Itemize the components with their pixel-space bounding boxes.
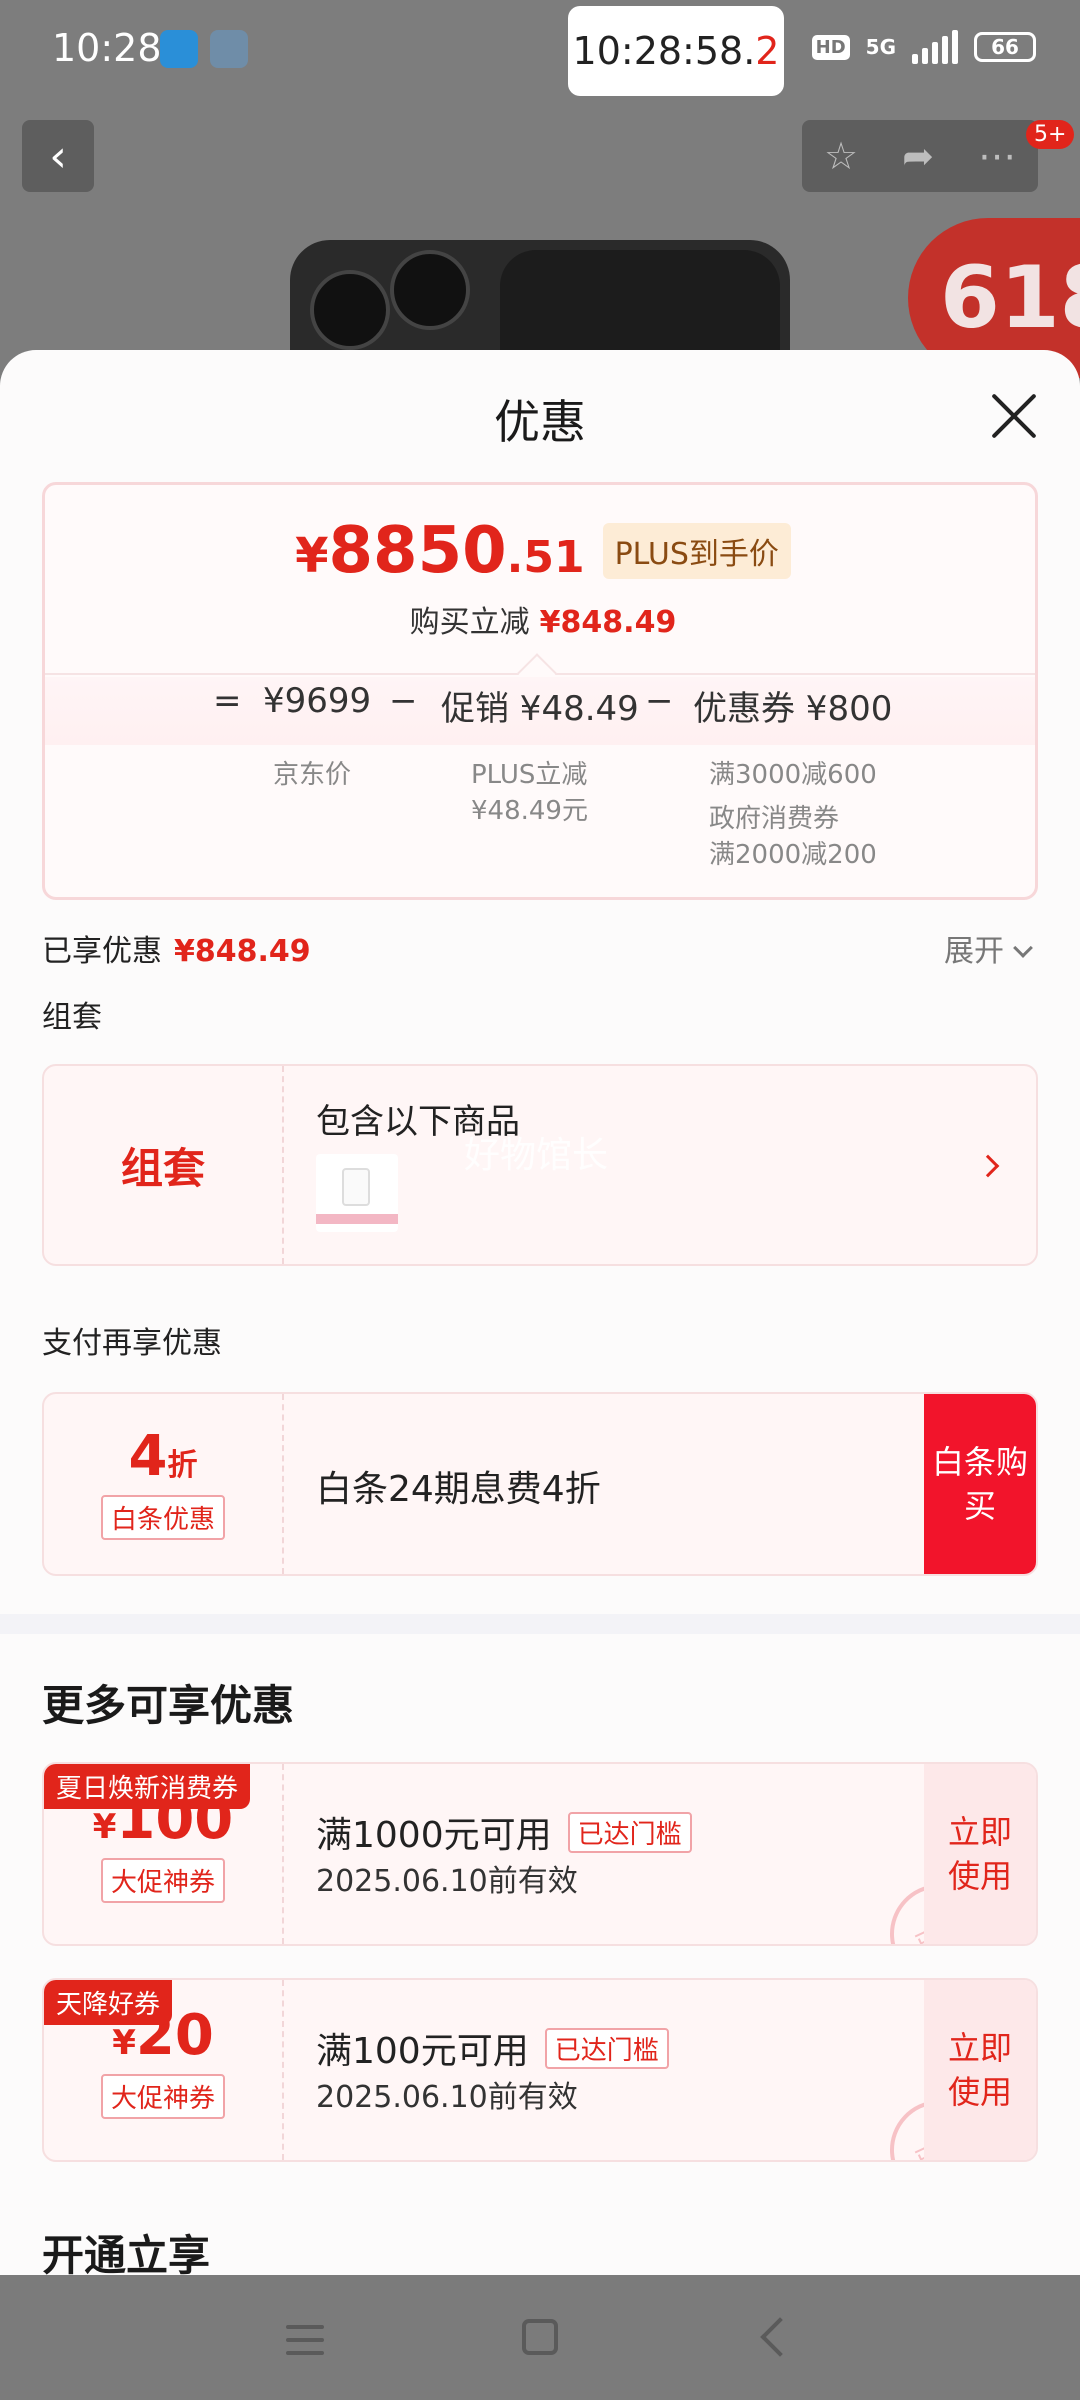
coupon-corner-label: 夏日焕新消费券: [44, 1764, 251, 1809]
formula-equals: =: [213, 681, 242, 721]
status-icons: HD 5G 66: [811, 30, 1036, 64]
bundle-card-left: 组套: [44, 1066, 284, 1264]
baitiao-description: 白条24期息费4折: [316, 1469, 601, 1510]
coupon-condition: 满1000元可用 已达门槛: [316, 1806, 692, 1858]
top-actions: ☆ ➦ ⋯: [802, 120, 1038, 192]
back-button[interactable]: ‹: [22, 120, 94, 192]
floating-clock: 10:28:58. 2: [568, 6, 784, 96]
coupon-card: ¥100 大促神券 夏日焕新消费券 满1000元可用 已达门槛 2025.06.…: [42, 1762, 1038, 1946]
discount-sheet: 优惠 ¥8850.51 PLUS到手价 购买立减 ¥848.49 = ¥9699 …: [0, 350, 1080, 2275]
bundle-product-thumbnail[interactable]: [316, 1154, 398, 1232]
promo-detail: PLUS立减 ¥48.49元: [471, 760, 588, 826]
coupon-card: ¥20 大促神券 天降好券 满100元可用 已达门槛 2025.06.10前有效…: [42, 1978, 1038, 2162]
bundle-card[interactable]: 组套 包含以下商品 好物馆长: [42, 1064, 1038, 1266]
notification-badge: 5+: [1026, 120, 1075, 149]
floating-clock-tenth: 2: [755, 29, 780, 73]
close-icon[interactable]: [990, 392, 1038, 440]
coupon-tag: 大促神券: [100, 2074, 225, 2119]
status-bar: 10:28 10:28:58. 2 HD 5G 66: [0, 0, 1080, 100]
section-divider: [0, 1614, 1080, 1634]
hd-icon: HD: [811, 34, 850, 60]
floating-clock-time: 10:28:58.: [572, 29, 756, 73]
jd-price: ¥9699: [263, 681, 372, 721]
pay-section-label: 支付再享优惠: [42, 1326, 222, 1361]
use-now-button[interactable]: 立即使用: [924, 1980, 1036, 2160]
final-price: ¥8850.51: [295, 514, 585, 588]
coupon-detail: 满3000减600 政府消费券 满2000减200: [709, 760, 877, 870]
baitiao-card: 4折 白条优惠 白条24期息费4折 白条购买: [42, 1392, 1038, 1576]
jd-price-label: 京东价: [273, 760, 352, 790]
bundle-section-label: 组套: [42, 1000, 102, 1035]
enjoyed-discount: 已享优惠 ¥848.49: [42, 934, 311, 969]
coupon-amount: 优惠券 ¥800: [693, 689, 893, 729]
watermark-text: 好物馆长: [464, 1135, 609, 1176]
formula-minus: −: [389, 681, 418, 721]
coupon-corner-label: 天降好券: [44, 1980, 173, 2025]
more-icon[interactable]: ⋯: [978, 134, 1016, 178]
battery-icon: 66: [974, 32, 1036, 62]
coupon-condition: 满100元可用 已达门槛: [316, 2022, 669, 2074]
screen: 10:28 10:28:58.2 HD 5G 66 ‹ ☆ ➦ ⋯ 5+ 618…: [0, 0, 1080, 2400]
status-time: 10:28: [52, 26, 162, 70]
threshold-tag: 已达门槛: [544, 2027, 669, 2069]
chevron-right-icon: [976, 1154, 1000, 1178]
network-type: 5G: [865, 35, 896, 59]
coupon-tag: 大促神券: [100, 1858, 225, 1903]
share-icon[interactable]: ➦: [902, 134, 934, 178]
price-breakdown: ¥8850.51 PLUS到手价 购买立减 ¥848.49 = ¥9699 − 促…: [42, 482, 1038, 900]
system-nav-bar: [0, 2275, 1080, 2400]
favorite-star-icon[interactable]: ☆: [824, 134, 858, 178]
signal-icon: [912, 30, 958, 64]
coupon-expiry: 2025.06.10前有效: [316, 2080, 578, 2115]
formula-minus: −: [645, 681, 674, 721]
home-icon[interactable]: [522, 2319, 558, 2355]
threshold-tag: 已达门槛: [567, 1811, 692, 1853]
open-section-heading: 开通立享: [42, 2231, 211, 2275]
plus-price-tag: PLUS到手价: [602, 523, 791, 579]
more-offers-heading: 更多可享优惠: [42, 1681, 295, 1730]
use-now-button[interactable]: 立即使用: [924, 1764, 1036, 1944]
sheet-title: 优惠: [494, 395, 586, 449]
instant-discount: 购买立减 ¥848.49: [409, 605, 677, 640]
chevron-down-icon: [1013, 938, 1033, 958]
expand-button[interactable]: 展开: [944, 926, 1033, 970]
back-icon[interactable]: [760, 2317, 800, 2357]
wrench-icon: [210, 30, 248, 68]
promo-amount: 促销 ¥48.49: [441, 689, 639, 729]
coupon-expiry: 2025.06.10前有效: [316, 1864, 578, 1899]
final-price-area: ¥8850.51 PLUS到手价 购买立减 ¥848.49: [45, 519, 1041, 641]
baitiao-buy-button[interactable]: 白条购买: [924, 1394, 1036, 1574]
baitiao-tag: 白条优惠: [100, 1494, 225, 1540]
baitiao-discount: 4折 白条优惠: [44, 1394, 284, 1574]
bundle-title: 组套: [120, 1143, 205, 1193]
app-notification-icon: [160, 30, 198, 68]
recent-apps-icon[interactable]: [286, 2325, 324, 2364]
discount-rate: 4折: [128, 1423, 198, 1489]
